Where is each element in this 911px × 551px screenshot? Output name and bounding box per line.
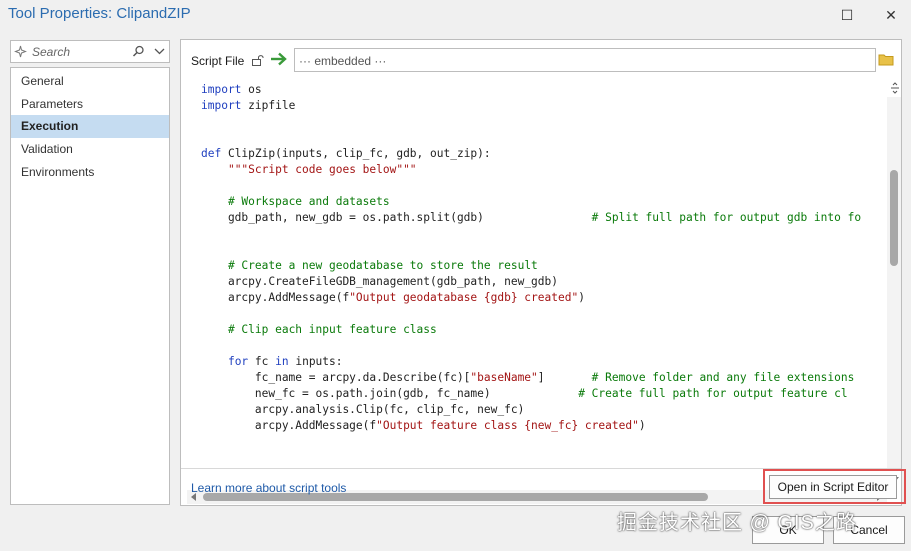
code-token: "baseName" — [470, 371, 538, 384]
code-token: ) — [578, 291, 585, 304]
sidebar-nav: General Parameters Execution Validation … — [10, 67, 170, 505]
code-token: new_fc = os.path.join(gdb, fc_name) — [201, 387, 579, 400]
code-token: # Workspace and datasets — [227, 195, 390, 208]
code-token: zipfile — [241, 99, 296, 112]
code-line: # Workspace and datasets — [201, 195, 887, 208]
code-line: arcpy.analysis.Clip(fc, clip_fc, new_fc) — [201, 403, 887, 416]
vertical-scrollbar[interactable] — [887, 97, 901, 470]
search-placeholder: Search — [32, 45, 71, 59]
title-bar: Tool Properties: ClipandZIP ☐ ✕ — [0, 0, 911, 30]
code-editor[interactable]: import os import zipfile def ClipZip(input… — [184, 77, 901, 504]
code-token: # Create full path for output feature cl — [578, 387, 848, 400]
code-line: import zipfile — [201, 99, 887, 112]
code-token: import — [201, 83, 242, 96]
code-token: def — [201, 147, 222, 160]
code-line: fc_name = arcpy.da.Describe(fc)["baseNam… — [201, 371, 887, 384]
code-line: import os — [201, 83, 887, 96]
search-field[interactable]: Search — [10, 40, 170, 63]
close-button[interactable]: ✕ — [879, 4, 903, 26]
code-line: # Create a new geodatabase to store the … — [201, 259, 887, 272]
code-token: arcpy.AddMessage(f — [201, 419, 377, 432]
maximize-button[interactable]: ☐ — [835, 4, 859, 26]
code-token: in — [275, 355, 289, 368]
script-file-input[interactable]: ··· embedded ··· — [294, 48, 876, 72]
sidebar-item-environments[interactable]: Environments — [11, 161, 169, 184]
code-token: "Output geodatabase {gdb} created" — [349, 291, 579, 304]
code-token: # Remove folder and any file extensions — [591, 371, 855, 384]
window-title: Tool Properties: ClipandZIP — [8, 5, 191, 22]
code-token: inputs: — [288, 355, 343, 368]
code-token: """Script code goes below""" — [227, 163, 417, 176]
open-script-editor-button[interactable]: Open in Script Editor — [769, 475, 897, 499]
close-icon: ✕ — [885, 6, 897, 23]
code-token: # Split full path for output gdb into fo — [591, 211, 862, 224]
watermark: 掘金技术社区 @ GIS之路 — [617, 512, 857, 534]
maximize-icon: ☐ — [840, 6, 854, 23]
script-file-label: Script File — [191, 54, 245, 68]
code-line: for fc in inputs: — [201, 355, 887, 368]
code-token: arcpy.analysis.Clip(fc, clip_fc, new_fc) — [201, 403, 525, 416]
script-file-path: ··· embedded ··· — [299, 54, 387, 68]
code-token: gdb_path, new_gdb = os.path.split(gdb) — [201, 211, 592, 224]
sidebar-item-validation[interactable]: Validation — [11, 138, 169, 161]
vertical-scroll-thumb[interactable] — [890, 170, 898, 266]
code-line: gdb_path, new_gdb = os.path.split(gdb) #… — [201, 211, 887, 224]
code-line: arcpy.AddMessage(f"Output feature class … — [201, 419, 887, 432]
search-icon[interactable] — [132, 45, 145, 58]
arrow-right-icon[interactable] — [270, 52, 288, 66]
code-line: # Clip each input feature class — [201, 323, 887, 336]
code-token: # Clip each input feature class — [227, 323, 437, 336]
folder-icon[interactable] — [878, 53, 894, 66]
code-line: def ClipZip(inputs, clip_fc, gdb, out_zi… — [201, 147, 887, 160]
code-token: fc — [248, 355, 276, 368]
lock-icon[interactable] — [251, 53, 264, 67]
filter-icon — [14, 45, 27, 58]
sidebar-item-general[interactable]: General — [11, 70, 169, 93]
code-token: ] — [537, 371, 592, 384]
sidebar-item-parameters[interactable]: Parameters — [11, 93, 169, 116]
chevron-down-icon[interactable] — [154, 47, 165, 56]
sidebar-item-execution[interactable]: Execution — [11, 115, 169, 138]
code-token: for — [227, 355, 249, 368]
code-line: new_fc = os.path.join(gdb, fc_name) # Cr… — [201, 387, 887, 400]
code-token: arcpy.CreateFileGDB_management(gdb_path,… — [201, 275, 558, 288]
split-view-icon[interactable] — [890, 82, 900, 94]
code-line: """Script code goes below""" — [201, 163, 887, 176]
code-token: arcpy.AddMessage(f — [201, 291, 350, 304]
code-line: arcpy.AddMessage(f"Output geodatabase {g… — [201, 291, 887, 304]
learn-more-link[interactable]: Learn more about script tools — [191, 481, 346, 495]
code-token: import — [201, 99, 242, 112]
code-token: ) — [638, 419, 646, 432]
code-line: arcpy.CreateFileGDB_management(gdb_path,… — [201, 275, 887, 288]
code-token: # Create a new geodatabase to store the … — [227, 259, 538, 272]
code-token: "Output feature class {new_fc} created" — [376, 419, 639, 432]
execution-panel: Script File ··· embedded ··· import os im… — [180, 39, 902, 506]
code-token: fc_name = arcpy.da.Describe(fc)[ — [201, 371, 471, 384]
code-token: ClipZip(inputs, clip_fc, gdb, out_zip): — [221, 147, 491, 160]
code-token: os — [241, 83, 262, 96]
